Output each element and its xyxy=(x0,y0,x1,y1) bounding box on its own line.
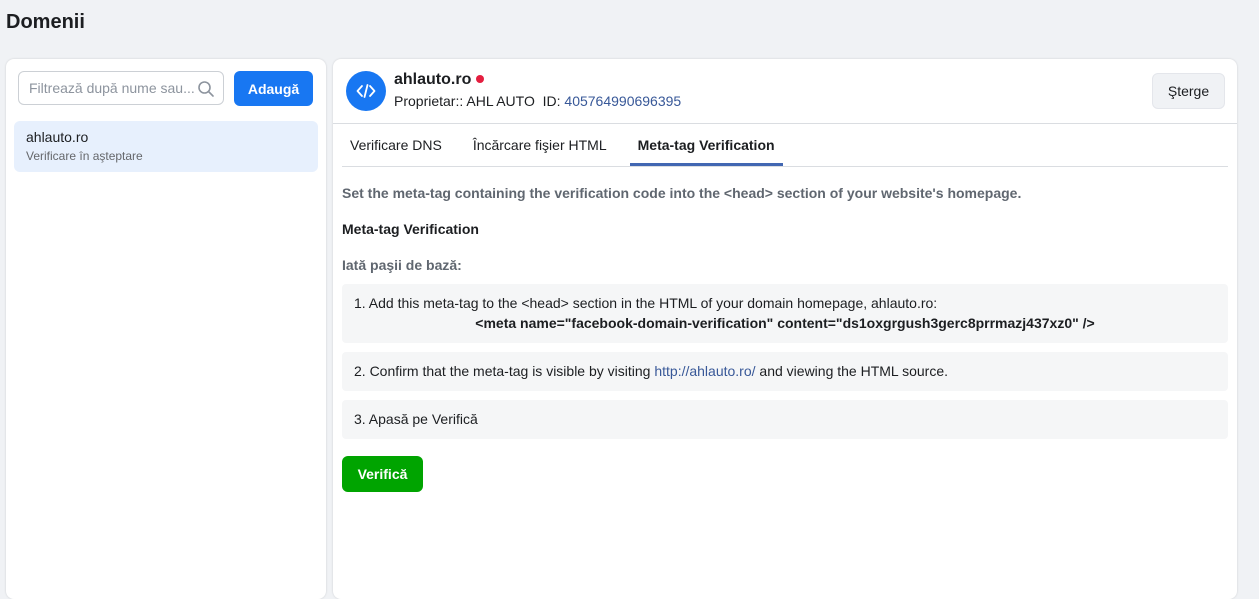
verification-tabs: Verificare DNS Încărcare fişier HTML Met… xyxy=(342,124,1228,167)
step-2-suffix: and viewing the HTML source. xyxy=(755,363,948,379)
step-1: 1. Add this meta-tag to the <head> secti… xyxy=(342,284,1228,343)
detail-header: ahlauto.ro Proprietar:: AHL AUTO ID: 405… xyxy=(333,59,1237,124)
tab-html-upload[interactable]: Încărcare fişier HTML xyxy=(465,124,615,166)
search-icon[interactable] xyxy=(197,80,215,98)
domain-list-item[interactable]: ahlauto.ro Verificare în aşteptare xyxy=(14,121,318,172)
domain-detail-panel: ahlauto.ro Proprietar:: AHL AUTO ID: 405… xyxy=(333,59,1237,599)
step-2: 2. Confirm that the meta-tag is visible … xyxy=(342,352,1228,391)
owner-name: AHL AUTO xyxy=(466,93,535,109)
steps-label: Iată paşii de bază: xyxy=(342,257,462,273)
domain-link[interactable]: http://ahlauto.ro/ xyxy=(654,363,755,379)
owner-label: Proprietar:: xyxy=(394,93,464,109)
owner-line: Proprietar:: AHL AUTO ID: 40576499069639… xyxy=(394,93,681,109)
intro-text: Set the meta-tag containing the verifica… xyxy=(342,185,1022,201)
add-domain-button[interactable]: Adaugă xyxy=(234,71,313,106)
delete-button[interactable]: Şterge xyxy=(1152,73,1225,109)
domain-list-panel: Adaugă ahlauto.ro Verificare în aşteptar… xyxy=(6,59,326,599)
verify-button[interactable]: Verifică xyxy=(342,456,423,492)
search-input[interactable] xyxy=(27,79,201,97)
domain-item-status: Verificare în aşteptare xyxy=(26,149,143,163)
id-label: ID: xyxy=(542,93,561,109)
search-box[interactable] xyxy=(18,71,224,105)
page-title: Domenii xyxy=(6,11,85,33)
domain-item-name: ahlauto.ro xyxy=(26,129,89,145)
domain-title: ahlauto.ro xyxy=(394,71,485,89)
step-3: 3. Apasă pe Verifică xyxy=(342,400,1228,439)
status-dot xyxy=(476,74,485,83)
code-icon xyxy=(346,71,386,111)
step-3-text: 3. Apasă pe Verifică xyxy=(354,411,478,427)
tab-dns-verification[interactable]: Verificare DNS xyxy=(342,124,450,166)
step-1-text: 1. Add this meta-tag to the <head> secti… xyxy=(354,295,938,311)
meta-tag-code: <meta name="facebook-domain-verification… xyxy=(475,315,1095,331)
step-2-prefix: 2. Confirm that the meta-tag is visible … xyxy=(354,363,655,379)
tab-meta-tag[interactable]: Meta-tag Verification xyxy=(629,124,783,166)
section-title: Meta-tag Verification xyxy=(342,221,479,237)
business-id-link[interactable]: 405764990696395 xyxy=(564,93,681,109)
domain-name: ahlauto.ro xyxy=(394,71,472,88)
